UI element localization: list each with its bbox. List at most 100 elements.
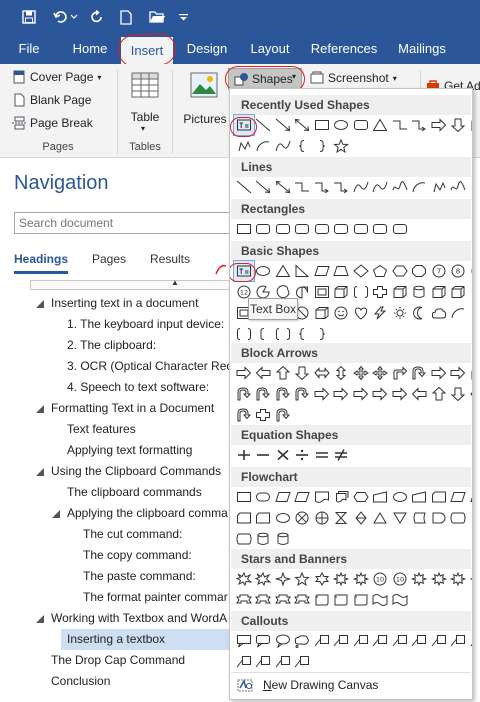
fmag-shape-icon[interactable] [234, 529, 254, 549]
fcard-shape-icon[interactable] [254, 508, 274, 528]
table-button[interactable]: Table ▾ [128, 70, 162, 138]
freeform-shape-icon[interactable] [234, 136, 254, 156]
darrow-shape-icon[interactable] [293, 363, 313, 383]
lcallout-shape-icon[interactable] [293, 652, 313, 672]
cover-page-button[interactable]: Cover Page ▾ [12, 70, 101, 84]
star4-shape-icon[interactable] [273, 569, 293, 589]
tab-home[interactable]: Home [66, 34, 114, 64]
uturn-shape-icon[interactable] [254, 384, 274, 404]
rarrow-shape-icon[interactable] [371, 384, 391, 404]
star5-shape-icon[interactable] [293, 569, 313, 589]
expand-caret-icon[interactable] [36, 468, 44, 476]
bracket-shape-icon[interactable] [273, 324, 293, 344]
lcallout-shape-icon[interactable] [312, 631, 332, 651]
fdelay-shape-icon[interactable] [429, 508, 449, 528]
save-icon[interactable] [18, 6, 40, 28]
scroll-shape-icon[interactable] [332, 590, 352, 610]
rarrow-shape-icon[interactable] [429, 115, 449, 135]
scribble-shape-icon[interactable] [449, 177, 469, 197]
seal-shape-icon[interactable] [332, 569, 352, 589]
lbrace-shape-icon[interactable] [293, 136, 313, 156]
rrect-shape-icon[interactable] [351, 219, 371, 239]
arc-shape-icon[interactable] [254, 136, 274, 156]
bolt-shape-icon[interactable] [371, 303, 391, 323]
darrow-shape-icon[interactable] [449, 115, 469, 135]
new-drawing-canvas-button[interactable]: New Drawing Canvas [231, 672, 471, 696]
rect-shape-icon[interactable] [312, 115, 332, 135]
diamond-shape-icon[interactable] [351, 261, 371, 281]
ocallout-shape-icon[interactable] [273, 631, 293, 651]
num-shape-icon[interactable]: 10 [371, 569, 391, 589]
rrect-shape-icon[interactable] [273, 219, 293, 239]
lcallout-shape-icon[interactable] [449, 631, 469, 651]
trap-shape-icon[interactable] [332, 261, 352, 281]
lcallout-shape-icon[interactable] [371, 631, 391, 651]
oval-shape-icon[interactable] [273, 508, 293, 528]
fmerge-shape-icon[interactable] [390, 508, 410, 528]
pent-shape-icon[interactable] [371, 261, 391, 281]
fdoc-shape-icon[interactable] [312, 487, 332, 507]
cross-shape-icon[interactable] [254, 405, 274, 425]
screenshot-button[interactable]: Screenshot ▾ [310, 71, 397, 85]
line-shape-icon[interactable] [254, 115, 274, 135]
ribbon-shape-icon[interactable] [254, 590, 274, 610]
ribbon-shape-icon[interactable] [293, 590, 313, 610]
rarrow-shape-icon[interactable] [351, 384, 371, 404]
uturn-shape-icon[interactable] [273, 384, 293, 404]
rrect-shape-icon[interactable] [332, 219, 352, 239]
lcallout-shape-icon[interactable] [351, 631, 371, 651]
expand-caret-icon[interactable] [36, 615, 44, 623]
hex-shape-icon[interactable] [390, 261, 410, 281]
new-document-icon[interactable] [115, 6, 137, 28]
fcard-shape-icon[interactable] [429, 487, 449, 507]
arrow-shape-icon[interactable] [273, 115, 293, 135]
rrect-shape-icon[interactable] [351, 115, 371, 135]
heart-shape-icon[interactable] [351, 303, 371, 323]
lcallout-shape-icon[interactable] [410, 631, 430, 651]
rect-shape-icon[interactable] [234, 219, 254, 239]
nav-tab-headings[interactable]: Headings [14, 252, 68, 266]
para-shape-icon[interactable] [312, 261, 332, 281]
lcallout-shape-icon[interactable] [429, 631, 449, 651]
fdisk-shape-icon[interactable] [410, 282, 430, 302]
mult-shape-icon[interactable] [273, 445, 293, 465]
rrect-shape-icon[interactable] [390, 219, 410, 239]
fcollate-shape-icon[interactable] [332, 508, 352, 528]
arc-shape-icon[interactable] [449, 303, 469, 323]
curve-shape-icon[interactable] [273, 136, 293, 156]
scroll-shape-icon[interactable] [351, 590, 371, 610]
cube-shape-icon[interactable] [332, 282, 352, 302]
seal-shape-icon[interactable] [449, 569, 469, 589]
seal-shape-icon[interactable] [410, 569, 430, 589]
cube-shape-icon[interactable] [390, 282, 410, 302]
tree-scroll-up[interactable]: ▲ [30, 278, 230, 290]
rarrow-shape-icon[interactable] [449, 363, 469, 383]
open-folder-icon[interactable] [146, 6, 168, 28]
freeform-shape-icon[interactable] [429, 177, 449, 197]
larrow-shape-icon[interactable] [410, 384, 430, 404]
fdisk-shape-icon[interactable] [254, 529, 274, 549]
uturn-shape-icon[interactable] [293, 384, 313, 404]
lcallout-shape-icon[interactable] [273, 652, 293, 672]
rbrace-shape-icon[interactable] [312, 136, 332, 156]
noteq-shape-icon[interactable] [332, 445, 352, 465]
fextract-shape-icon[interactable] [371, 508, 391, 528]
scribble-shape-icon[interactable] [390, 177, 410, 197]
fstored-shape-icon[interactable] [468, 508, 472, 528]
redo-icon[interactable] [86, 6, 108, 28]
lcallout-shape-icon[interactable] [390, 631, 410, 651]
oct-shape-icon[interactable] [410, 261, 430, 281]
num-shape-icon[interactable]: 10 [390, 569, 410, 589]
quad-shape-icon[interactable] [371, 363, 391, 383]
lcallout-shape-icon[interactable] [332, 631, 352, 651]
rarrow-shape-icon[interactable] [312, 384, 332, 404]
fdata-shape-icon[interactable] [449, 487, 469, 507]
oval-shape-icon[interactable] [254, 261, 274, 281]
customize-toolbar-icon[interactable] [176, 6, 190, 28]
dblarrow-shape-icon[interactable] [273, 177, 293, 197]
shapes-button[interactable]: Shapes ▾ [228, 68, 302, 90]
oval-shape-icon[interactable] [390, 487, 410, 507]
equal-shape-icon[interactable] [312, 445, 332, 465]
nav-tab-results[interactable]: Results [150, 252, 190, 266]
frame-shape-icon[interactable] [312, 282, 332, 302]
